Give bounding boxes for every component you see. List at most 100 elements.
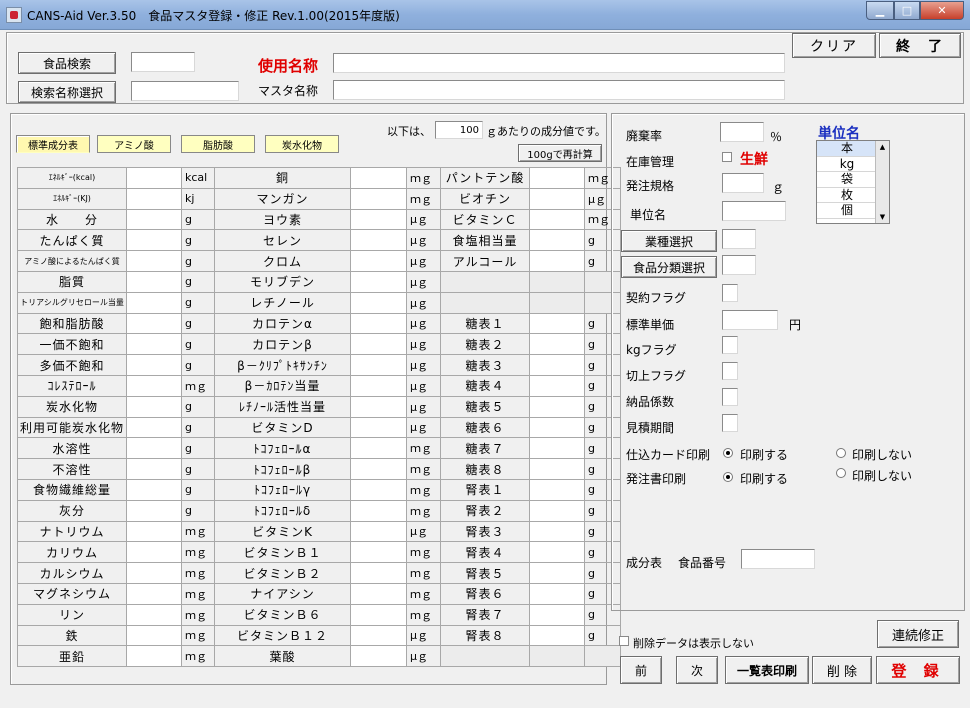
nutrient-value-cell[interactable] (350, 582, 408, 605)
nutrient-value-cell[interactable] (529, 416, 586, 439)
nutrient-value-cell[interactable] (126, 499, 183, 522)
nutrient-value-cell[interactable] (350, 645, 408, 668)
nutrient-value-cell[interactable] (350, 541, 408, 564)
nutrient-value-cell[interactable] (126, 187, 183, 210)
nutrient-value-cell[interactable] (529, 167, 586, 189)
nutrient-value-cell[interactable] (529, 499, 586, 522)
nutrient-value-cell[interactable] (350, 395, 408, 418)
waste-rate-input[interactable] (720, 122, 764, 142)
nutrient-value-cell[interactable] (126, 167, 183, 189)
nutrient-value-cell[interactable] (529, 478, 586, 501)
tab-fatty-acid[interactable]: 脂肪酸 (181, 135, 255, 153)
food-class-code-input[interactable] (722, 255, 756, 275)
order-print-yes-radio[interactable] (723, 472, 733, 482)
business-code-input[interactable] (722, 229, 756, 249)
list-item[interactable]: 袋 (817, 172, 877, 188)
nutrient-value-cell[interactable] (126, 374, 183, 397)
nutrient-value-cell[interactable] (350, 520, 408, 543)
nutrient-value-cell[interactable] (350, 270, 408, 293)
nutrient-value-cell[interactable] (350, 499, 408, 522)
purchase-card-print-yes-radio[interactable] (723, 448, 733, 458)
business-select-button[interactable]: 業種選択 (621, 230, 717, 252)
nutrient-value-cell[interactable] (126, 582, 183, 605)
nutrient-value-cell[interactable] (126, 562, 183, 584)
fresh-checkbox[interactable] (722, 152, 732, 162)
nutrient-value-cell[interactable] (126, 291, 183, 314)
nutrient-value-cell[interactable] (350, 208, 408, 231)
list-item[interactable]: 枚 (817, 188, 877, 203)
delivery-coef-input[interactable] (722, 388, 738, 406)
tab-carbohydrate[interactable]: 炭水化物 (265, 135, 339, 153)
list-item[interactable]: 本 (817, 141, 877, 157)
food-search-button[interactable]: 食品検索 (18, 52, 116, 74)
nutrient-value-cell[interactable] (126, 250, 183, 272)
scroll-down-icon[interactable]: ▼ (876, 211, 889, 223)
std-price-input[interactable] (722, 310, 778, 330)
nutrient-value-cell[interactable] (529, 624, 586, 647)
nutrient-value-cell[interactable] (350, 167, 408, 189)
scroll-up-icon[interactable]: ▲ (876, 141, 889, 153)
nutrient-value-cell[interactable] (126, 624, 183, 647)
nutrient-value-cell[interactable] (350, 250, 408, 272)
nutrient-value-cell[interactable] (126, 437, 183, 460)
delete-button[interactable]: 削 除 (812, 656, 872, 684)
nutrient-value-cell[interactable] (350, 229, 408, 252)
nutrient-value-cell[interactable] (126, 208, 183, 231)
next-button[interactable]: 次 (676, 656, 718, 684)
search-name-select-button[interactable]: 検索名称選択 (18, 81, 116, 103)
list-item[interactable]: 個 (817, 203, 877, 219)
nutrient-value-cell[interactable] (126, 270, 183, 293)
nutrient-value-cell[interactable] (126, 645, 183, 668)
minimize-button[interactable]: ▁ (866, 1, 894, 20)
nutrient-value-cell[interactable] (529, 603, 586, 626)
nutrient-value-cell[interactable] (350, 416, 408, 439)
nutrient-value-cell[interactable] (529, 541, 586, 564)
list-print-button[interactable]: 一覧表印刷 (725, 656, 809, 684)
nutrient-value-cell[interactable] (529, 187, 586, 210)
order-print-no-radio[interactable] (836, 468, 846, 478)
list-item[interactable]: kg (817, 157, 877, 172)
nutrient-value-cell[interactable] (350, 333, 408, 356)
contract-flag-input[interactable] (722, 284, 738, 302)
nutrient-value-cell[interactable] (126, 603, 183, 626)
kg-flag-input[interactable] (722, 336, 738, 354)
nutrient-value-cell[interactable] (126, 333, 183, 356)
unit-listbox[interactable]: 本 kg 袋 枚 個 ▲ ▼ (816, 140, 890, 224)
close-button[interactable]: ✕ (920, 1, 964, 20)
nutrient-value-cell[interactable] (350, 187, 408, 210)
nutrient-value-cell[interactable] (350, 603, 408, 626)
nutrient-value-cell[interactable] (350, 291, 408, 314)
nutrient-value-cell[interactable] (529, 520, 586, 543)
master-name-input[interactable] (333, 80, 785, 100)
nutrient-value-cell[interactable] (126, 541, 183, 564)
tab-amino-acid[interactable]: アミノ酸 (97, 135, 171, 153)
nutrient-value-cell[interactable] (126, 520, 183, 543)
nutrient-value-cell[interactable] (529, 229, 586, 252)
basis-value-input[interactable]: 100 (435, 121, 483, 139)
nutrient-value-cell[interactable] (350, 624, 408, 647)
exit-button[interactable]: 終 了 (879, 33, 961, 58)
nutrient-value-cell[interactable] (350, 354, 408, 376)
food-search-input[interactable] (131, 52, 195, 72)
hide-deleted-checkbox[interactable] (619, 636, 629, 646)
nutrient-value-cell[interactable] (529, 354, 586, 376)
register-button[interactable]: 登 録 (876, 656, 960, 684)
recalc-button[interactable]: 100gで再計算 (518, 144, 602, 162)
nutrient-value-cell[interactable] (529, 437, 586, 460)
nutrient-value-cell[interactable] (529, 250, 586, 272)
nutrient-value-cell[interactable] (529, 582, 586, 605)
nutrient-value-cell[interactable] (350, 437, 408, 460)
continuous-edit-button[interactable]: 連続修正 (877, 620, 959, 648)
nutrient-value-cell[interactable] (126, 312, 183, 335)
nutrient-value-cell[interactable] (126, 478, 183, 501)
nutrient-value-cell[interactable] (126, 354, 183, 376)
maximize-button[interactable]: □ (894, 1, 920, 20)
nutrient-value-cell[interactable] (529, 562, 586, 584)
nutrient-value-cell[interactable] (126, 416, 183, 439)
unit-list-scrollbar[interactable]: ▲ ▼ (875, 141, 889, 223)
nutrient-value-cell[interactable] (529, 395, 586, 418)
nutrient-value-cell[interactable] (350, 312, 408, 335)
nutrient-value-cell[interactable] (529, 374, 586, 397)
nutrient-value-cell[interactable] (350, 562, 408, 584)
roundup-flag-input[interactable] (722, 362, 738, 380)
